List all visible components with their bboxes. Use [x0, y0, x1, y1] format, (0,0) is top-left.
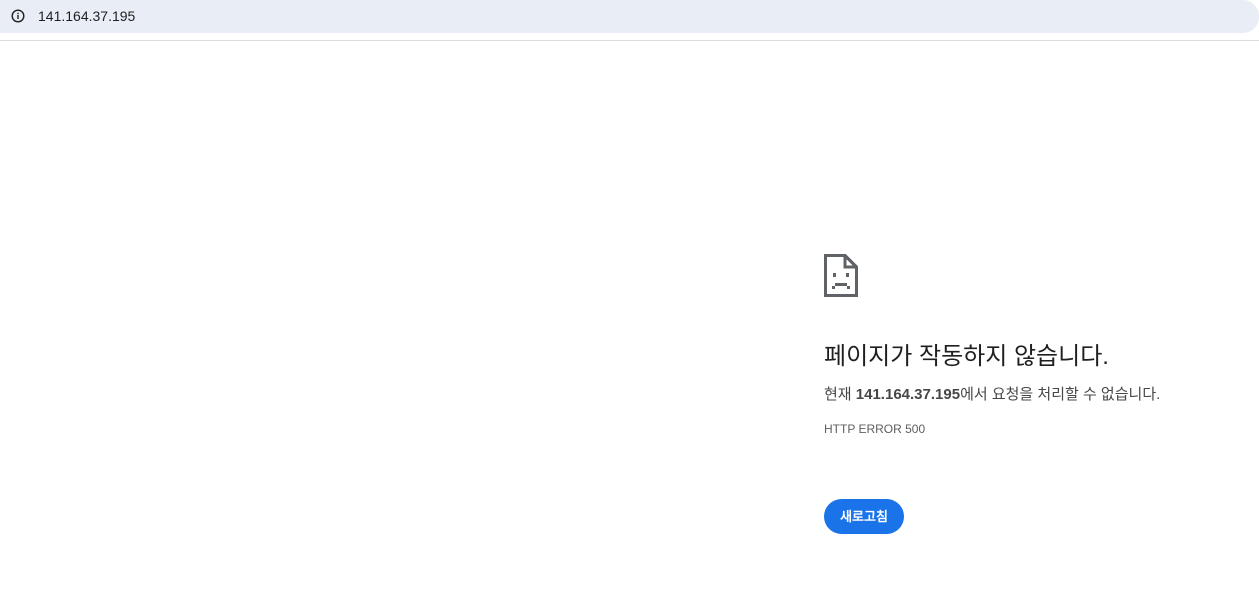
- error-container: 페이지가 작동하지 않습니다. 현재 141.164.37.195에서 요청을 …: [824, 254, 1244, 437]
- sad-page-icon: [824, 254, 858, 297]
- description-prefix: 현재: [824, 386, 856, 403]
- error-headline: 페이지가 작동하지 않습니다.: [824, 343, 1109, 370]
- reload-button[interactable]: 새로고침: [824, 499, 904, 534]
- error-description: 현재 141.164.37.195에서 요청을 처리할 수 없습니다.: [824, 385, 1244, 405]
- browser-toolbar: 141.164.37.195: [0, 0, 1259, 41]
- url-text[interactable]: 141.164.37.195: [38, 8, 135, 25]
- error-code: HTTP ERROR 500: [824, 422, 926, 436]
- info-icon[interactable]: [11, 9, 25, 23]
- description-suffix: 에서 요청을 처리할 수 없습니다.: [960, 386, 1161, 403]
- address-bar[interactable]: 141.164.37.195: [0, 0, 1259, 33]
- host-name: 141.164.37.195: [855, 386, 961, 403]
